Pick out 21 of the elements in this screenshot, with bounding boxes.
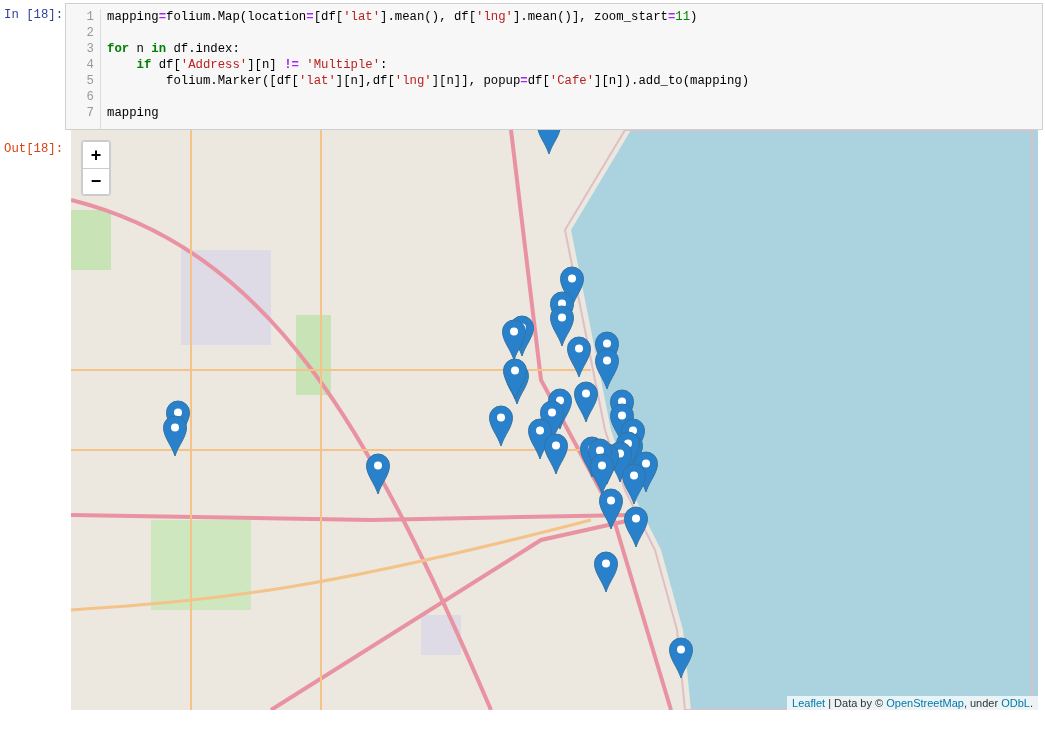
code-line: if df['Address'][n] != 'Multiple': [135, 57, 389, 73]
attribution-link[interactable]: ODbL [1001, 697, 1030, 709]
line-number: 2 [85, 25, 94, 41]
line-number: 5 [85, 73, 94, 89]
code-editor[interactable] [65, 3, 1043, 130]
line-number: 4 [85, 57, 94, 73]
line-number: 6 [85, 89, 94, 105]
code-line: folium.Marker([df['lat'][n],df['lng'][n]], popup=df['Cafe'][n]).add_to(mapping) [165, 73, 750, 89]
line-number: 1 [85, 9, 94, 25]
line-number: 7 [85, 105, 94, 121]
code-line: mapping=folium.Map(location=[df['lat'].mean(), df['lng'].mean()], zoom_start=11) [107, 9, 699, 25]
zoom-out-button[interactable]: − [83, 168, 109, 194]
line-number: 3 [85, 41, 94, 57]
attribution-text: Leaflet | Data by © OpenStreetMap, under ODbL. [787, 696, 1038, 710]
map-markers-drawing[interactable] [163, 130, 693, 679]
attribution-link[interactable]: Leaflet [792, 697, 826, 709]
code-line: for n in df.index: [107, 41, 241, 57]
output-prompt: Out[18]: [3, 141, 65, 158]
code-line: mapping [107, 105, 160, 121]
input-prompt: In [18]: [3, 7, 65, 24]
attribution-link[interactable]: OpenStreetMap [886, 697, 964, 709]
